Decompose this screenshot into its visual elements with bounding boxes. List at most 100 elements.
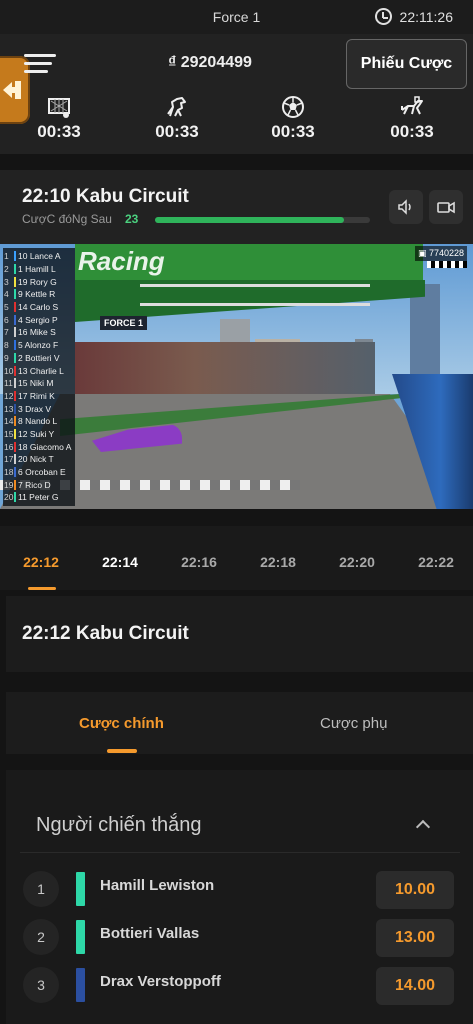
leaderboard-row: 1 10 Lance A (3, 250, 75, 263)
checkered-flag-icon (427, 261, 467, 268)
leaderboard-team-color (14, 479, 16, 490)
market-title: Người chiến thắng (36, 814, 202, 836)
leaderboard-team-color (14, 251, 16, 262)
leaderboard-team-color (14, 403, 16, 414)
leaderboard-position: 15 (4, 428, 14, 439)
tab-main-bets[interactable]: Cược chính (79, 715, 164, 732)
leaderboard-driver: 2 Bottieri V (18, 352, 60, 363)
leaderboard-driver: 16 Mike S (18, 327, 56, 338)
leaderboard-team-color (14, 378, 16, 389)
tab-race-time[interactable]: 22:18 (248, 554, 308, 570)
leaderboard-row: 15 12 Suki Y (3, 428, 75, 441)
grandstand (75, 342, 375, 400)
active-tab-indicator (107, 749, 137, 753)
selected-race-title: 22:12 Kabu Circuit (22, 623, 189, 644)
tab-race-time[interactable]: 22:14 (90, 554, 150, 570)
runner-name: Bottieri Vallas (100, 925, 200, 942)
leaderboard-team-color (14, 467, 16, 478)
leaderboard-driver: 7 Rico D (18, 479, 51, 490)
leaderboard-position: 5 (4, 302, 9, 313)
leaderboard-driver: 19 Rory G (18, 276, 57, 287)
sport-countdown: 00:33 (271, 122, 315, 141)
exit-arrow-icon (3, 81, 21, 99)
leaderboard-driver: 15 Niki M (18, 378, 54, 389)
video-camera-icon (437, 201, 455, 214)
leaderboard-position: 1 (4, 251, 9, 262)
closing-progress-fill (155, 217, 345, 223)
leaderboard-row: 18 6 Orcoban E (3, 466, 75, 479)
tab-race-time[interactable]: 22:20 (327, 554, 387, 570)
leaderboard-row: 20 11 Peter G (3, 491, 75, 504)
banner-text: Racing (78, 246, 165, 276)
leaderboard-position: 8 (4, 340, 9, 351)
runner-row: 3 Drax Verstoppoff 14.00 (23, 967, 463, 1011)
leaderboard-driver: 18 Giacomo A (18, 441, 72, 452)
clock-icon (374, 8, 392, 25)
tab-race-time[interactable]: 22:12 (11, 554, 71, 570)
clock-time: 22:11:26 (399, 8, 453, 25)
leaderboard-driver: 6 Orcoban E (18, 467, 66, 478)
sound-button[interactable] (389, 190, 423, 224)
leaderboard-row: 10 13 Charlie L (3, 364, 75, 377)
runner-row: 1 Hamill Lewiston 10.00 (23, 871, 463, 915)
leaderboard-position: 13 (4, 403, 14, 414)
runner-number: 1 (23, 871, 59, 907)
leaderboard-team-color (14, 352, 16, 363)
selected-race-header: 22:12 Kabu Circuit (6, 596, 473, 672)
leaderboard-driver: 17 Rimi K (18, 390, 55, 401)
leaderboard-position: 12 (4, 390, 14, 401)
runner-row: 2 Bottieri Vallas 13.00 (23, 919, 463, 963)
runner-number: 3 (23, 967, 59, 1003)
closing-progress-bar (155, 217, 370, 223)
leaderboard-team-color (14, 340, 16, 351)
sport-tab-horse[interactable]: 00:33 (147, 94, 207, 150)
odds-button[interactable]: 10.00 (376, 871, 454, 909)
leaderboard-position: 6 (4, 314, 9, 325)
leaderboard-row: 14 8 Nando L (3, 415, 75, 428)
video-button[interactable] (429, 190, 463, 224)
tab-race-time[interactable]: 22:16 (169, 554, 229, 570)
sport-tab-football[interactable]: 00:33 (29, 94, 89, 150)
leaderboard-position: 4 (4, 289, 9, 300)
leaderboard-team-color (14, 276, 16, 287)
leaderboard-driver: 11 Peter G (18, 492, 59, 503)
bet-slip-button[interactable]: Phiếu Cược (346, 39, 467, 89)
leaderboard-position: 11 (4, 378, 13, 389)
leaderboard-driver: 13 Charlie L (18, 365, 64, 376)
leaderboard-team-color (14, 492, 16, 503)
leaderboard-team-color (14, 365, 16, 376)
leaderboard-team-color (14, 327, 16, 338)
leaderboard-driver: 1 Hamill L (18, 264, 56, 275)
leaderboard-position: 3 (4, 276, 9, 287)
stream-id-value: 7740228 (428, 248, 464, 258)
leaderboard-driver: 12 Suki Y (18, 428, 55, 439)
leaderboard-driver: 20 Nick T (18, 454, 54, 465)
tab-side-bets[interactable]: Cược phụ (320, 715, 387, 732)
leaderboard-team-color (14, 302, 16, 313)
leaderboard-position: 14 (4, 416, 14, 427)
leaderboard-team-color (14, 314, 16, 325)
odds-button[interactable]: 13.00 (376, 919, 454, 957)
leaderboard-position: 20 (4, 492, 14, 503)
runner-team-color (76, 968, 85, 1002)
winner-market: Người chiến thắng 1 Hamill Lewiston 10.0… (6, 770, 473, 1024)
active-tab-indicator (28, 587, 56, 590)
closing-countdown: 23 (125, 212, 139, 226)
leaderboard-team-color (14, 441, 16, 452)
sport-tab-soccer[interactable]: 00:33 (263, 94, 323, 150)
live-stream-video[interactable]: Racing FORCE 1 ▣ 7740228 1 10 Lance A 2 1 H… (0, 244, 473, 509)
leaderboard-row: 13 3 Drax V (3, 402, 75, 415)
odds-button[interactable]: 14.00 (376, 967, 454, 1005)
leaderboard-row: 11 15 Niki M (3, 377, 75, 390)
clock: 22:11:26 (374, 8, 453, 25)
video-building (410, 284, 440, 384)
tab-race-time[interactable]: 22:22 (406, 554, 466, 570)
race-schedule-tabs: 22:12 22:14 22:16 22:18 22:20 22:22 (0, 526, 473, 590)
sport-tab-greyhound[interactable]: 00:33 (382, 94, 442, 150)
chevron-up-icon[interactable] (415, 819, 431, 835)
leaderboard-row: 12 17 Rimi K (3, 390, 75, 403)
leaderboard-row: 3 19 Rory G (3, 275, 75, 288)
sport-countdown: 00:33 (390, 122, 434, 141)
runner-team-color (76, 920, 85, 954)
bet-type-tabs: Cược chính Cược phụ (6, 692, 473, 754)
